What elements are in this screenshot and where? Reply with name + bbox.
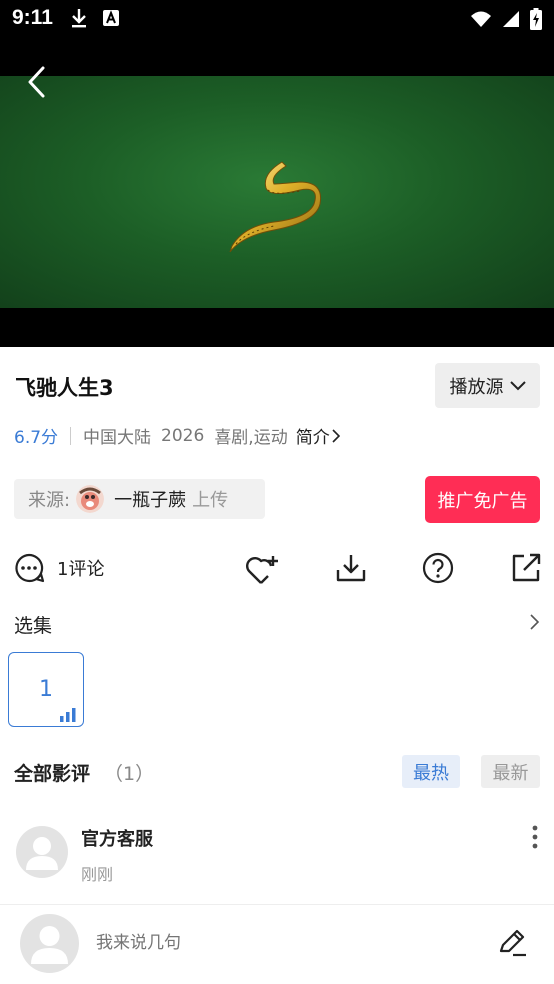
sort-new-button[interactable]: 最新 bbox=[481, 755, 540, 788]
signal-icon bbox=[502, 10, 520, 32]
edit-icon bbox=[499, 929, 526, 957]
comment-input[interactable] bbox=[96, 933, 396, 953]
playing-bars-icon bbox=[60, 708, 76, 722]
uploader-prefix: 来源: bbox=[28, 490, 71, 511]
source-select-label: 播放源 bbox=[449, 376, 504, 398]
episode-tile[interactable]: 1 bbox=[8, 652, 84, 727]
review-author[interactable]: 官方客服 bbox=[81, 825, 153, 851]
intro-label: 简介 bbox=[295, 428, 330, 448]
comment-icon bbox=[15, 553, 45, 583]
intro-link[interactable]: 简介 bbox=[296, 423, 340, 448]
review-time: 刚刚 bbox=[81, 865, 114, 884]
share-button[interactable] bbox=[510, 552, 542, 588]
uploader-name: 一瓶子蕨 bbox=[114, 490, 187, 511]
help-icon bbox=[422, 552, 454, 584]
comment-button[interactable]: 1评论 bbox=[13, 552, 104, 584]
uploader-action: 上传 bbox=[192, 490, 229, 511]
chevron-right-icon bbox=[530, 614, 540, 630]
download-icon bbox=[336, 555, 366, 582]
episodes-title: 选集 bbox=[14, 615, 53, 637]
episodes-more-button[interactable] bbox=[530, 614, 540, 634]
download-icon bbox=[70, 8, 88, 32]
remove-ads-button[interactable]: 推广免广告 bbox=[425, 476, 540, 523]
chevron-right-icon bbox=[332, 428, 340, 443]
video-frame bbox=[0, 76, 554, 308]
share-icon bbox=[512, 553, 541, 582]
write-comment-button[interactable] bbox=[498, 927, 528, 961]
more-options-button[interactable] bbox=[530, 825, 540, 853]
movie-rating: 6.7分 bbox=[14, 428, 59, 448]
status-left-icons bbox=[70, 8, 120, 32]
source-select-button[interactable]: 播放源 bbox=[435, 363, 540, 408]
movie-meta: 6.7分 中国大陆 2026 喜剧,运动 简介 bbox=[14, 423, 340, 448]
status-right-icons bbox=[470, 8, 542, 34]
avatar bbox=[20, 914, 79, 973]
chevron-down-icon bbox=[509, 380, 526, 390]
reviews-count: （1） bbox=[104, 763, 155, 785]
help-button[interactable] bbox=[422, 552, 454, 588]
more-vertical-icon bbox=[532, 825, 538, 849]
episode-number: 1 bbox=[39, 677, 53, 702]
movie-year: 2026 bbox=[161, 425, 205, 446]
status-bar: 9:11 bbox=[0, 0, 554, 40]
favorite-add-icon bbox=[246, 556, 278, 584]
movie-title: 飞驰人生3 bbox=[15, 376, 114, 400]
reviews-title: 全部影评 bbox=[14, 763, 91, 785]
film-ribbon-logo bbox=[229, 161, 322, 253]
uploader-info[interactable]: 来源: 一瓶子蕨 上传 bbox=[14, 479, 265, 519]
uploader-avatar bbox=[76, 485, 105, 513]
action-row: 1评论 bbox=[0, 550, 554, 590]
meta-divider bbox=[70, 426, 72, 445]
battery-charging-icon bbox=[530, 8, 542, 34]
comment-count: 1评论 bbox=[57, 559, 105, 580]
chevron-left-icon bbox=[28, 66, 45, 98]
wifi-icon bbox=[470, 10, 492, 32]
movie-region: 中国大陆 bbox=[83, 428, 152, 448]
avatar[interactable] bbox=[16, 826, 68, 878]
sort-hot-button[interactable]: 最热 bbox=[402, 755, 460, 788]
back-button[interactable] bbox=[22, 64, 52, 100]
movie-genres: 喜剧,运动 bbox=[214, 428, 288, 448]
video-player[interactable] bbox=[0, 40, 554, 347]
comment-bar bbox=[0, 905, 554, 984]
review-item: 官方客服 刚刚 bbox=[0, 815, 554, 895]
favorite-add-button[interactable] bbox=[244, 552, 280, 590]
a-icon bbox=[102, 9, 120, 31]
download-button[interactable] bbox=[335, 552, 367, 588]
status-time: 9:11 bbox=[12, 6, 53, 29]
